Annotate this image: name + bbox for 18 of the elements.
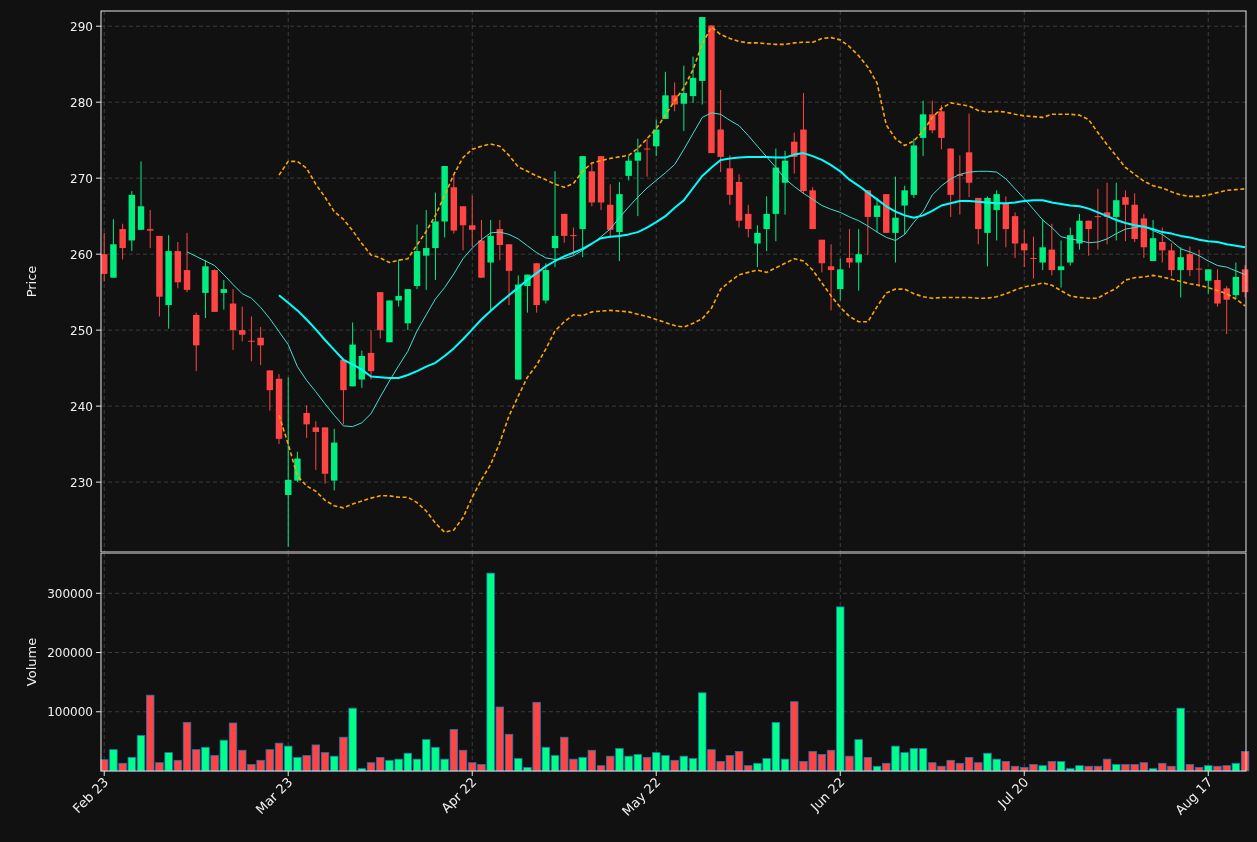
axis-tick-label: 280 — [70, 95, 93, 110]
axis-tick-label: 290 — [70, 19, 93, 34]
axis-tick-label: 270 — [70, 171, 93, 186]
axis-tick-label: Jul 20 — [995, 774, 1032, 811]
axis-title: Volume — [24, 637, 39, 687]
axis-tick-label: Mar 23 — [252, 774, 296, 818]
axis-tick-label: 230 — [70, 475, 93, 490]
axis-tick-label: Aug 17 — [1172, 774, 1216, 818]
axis-tick-label: Apr 22 — [438, 774, 480, 816]
axis-tick-label: 240 — [70, 399, 93, 414]
axis-tick-label: 200000 — [47, 646, 93, 660]
axis-tick-label: 300000 — [47, 586, 93, 601]
axis-title: Price — [24, 265, 39, 298]
axis-tick-label: Jun 22 — [807, 774, 848, 815]
axis-tick-label: Feb 23 — [69, 774, 112, 816]
axis-tick-label: 250 — [70, 323, 93, 338]
axis-tick-label: 260 — [70, 247, 93, 262]
axis-tick-label: 100000 — [47, 705, 93, 720]
